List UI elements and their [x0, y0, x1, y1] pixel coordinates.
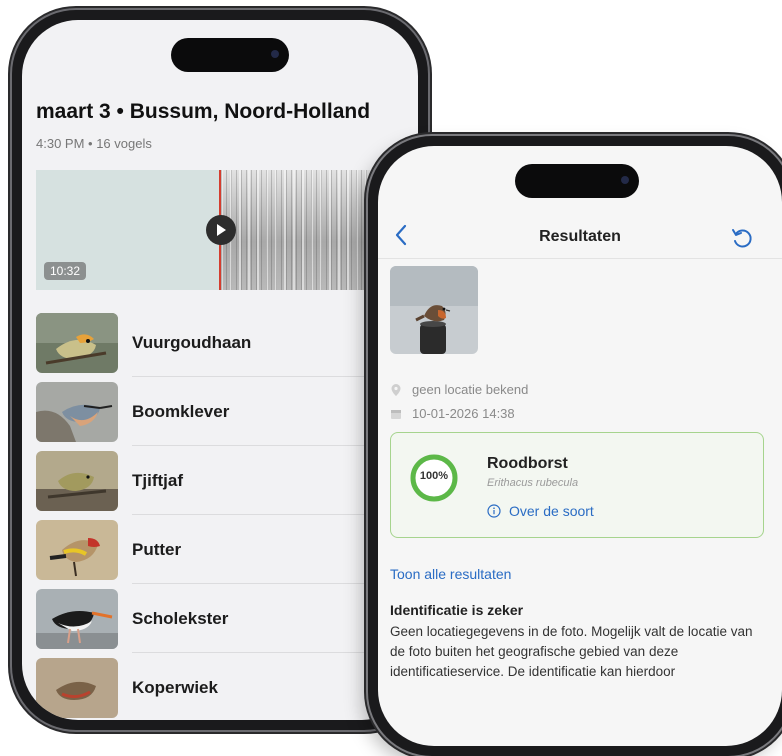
species-latin-name: Erithacus rubecula	[487, 477, 579, 489]
confidence-label: 100%	[419, 470, 449, 482]
species-list: Vuurgoudhaan Boomklever Tjiftjaf Putter …	[36, 308, 376, 720]
phone-left: maart 3 • Bussum, Noord-Holland 4:30 PM …	[12, 10, 428, 730]
species-thumbnail	[36, 312, 118, 373]
camera-icon	[271, 50, 279, 58]
list-item[interactable]: Putter	[36, 515, 376, 584]
about-species-link[interactable]: Over de soort	[487, 503, 594, 519]
species-thumbnail	[36, 450, 118, 511]
date-row: 10-01-2026 14:38	[390, 406, 515, 421]
location-text: geen locatie bekend	[412, 382, 529, 397]
play-button[interactable]	[206, 215, 236, 245]
result-card[interactable]: 100% Roodborst Erithacus rubecula Over d…	[390, 432, 764, 538]
camera-icon	[621, 176, 629, 184]
uploaded-photo[interactable]	[390, 266, 478, 354]
location-pin-icon	[390, 383, 404, 397]
species-result-name: Roodborst	[487, 455, 568, 472]
page-title: maart 3 • Bussum, Noord-Holland	[36, 100, 371, 123]
dynamic-island	[515, 164, 639, 198]
list-item[interactable]: Boomklever	[36, 377, 376, 446]
screen-title: Resultaten	[539, 228, 621, 245]
phone-right: Resultaten geen locatie bekend 10-01-202…	[368, 136, 782, 756]
show-all-results-link[interactable]: Toon alle resultaten	[390, 566, 511, 582]
phone-right-screen: Resultaten geen locatie bekend 10-01-202…	[378, 146, 782, 746]
species-name: Scholekster	[132, 608, 229, 628]
reset-button[interactable]	[730, 226, 754, 255]
species-name: Tjiftjaf	[132, 470, 183, 490]
recording-player[interactable]: 10:32	[36, 170, 376, 290]
page-subtitle: 4:30 PM • 16 vogels	[36, 136, 152, 151]
species-thumbnail	[36, 588, 118, 649]
nav-header: Resultaten	[378, 218, 782, 259]
play-icon	[217, 224, 226, 236]
list-item[interactable]: Koperwiek	[36, 653, 376, 720]
species-thumbnail	[36, 381, 118, 442]
about-species-label: Over de soort	[509, 503, 594, 519]
recording-duration: 10:32	[44, 262, 87, 280]
species-name: Boomklever	[132, 401, 230, 421]
list-item[interactable]: Vuurgoudhaan	[36, 308, 376, 377]
identification-body: Geen locatiegegevens in de foto. Mogelij…	[390, 624, 753, 679]
location-row: geen locatie bekend	[390, 382, 528, 397]
list-item[interactable]: Scholekster	[36, 584, 376, 653]
list-item[interactable]: Tjiftjaf	[36, 446, 376, 515]
species-name: Vuurgoudhaan	[132, 332, 252, 352]
phone-left-screen: maart 3 • Bussum, Noord-Holland 4:30 PM …	[22, 20, 418, 720]
species-thumbnail	[36, 657, 118, 718]
undo-icon	[732, 229, 752, 248]
species-name: Putter	[132, 539, 182, 559]
species-name: Koperwiek	[132, 677, 218, 697]
identification-title: Identificatie is zeker	[390, 602, 524, 618]
date-text: 10-01-2026 14:38	[412, 406, 515, 421]
info-icon	[487, 504, 501, 518]
species-thumbnail	[36, 519, 118, 580]
calendar-icon	[390, 408, 404, 420]
dynamic-island	[171, 38, 289, 72]
spectrogram	[221, 170, 376, 290]
